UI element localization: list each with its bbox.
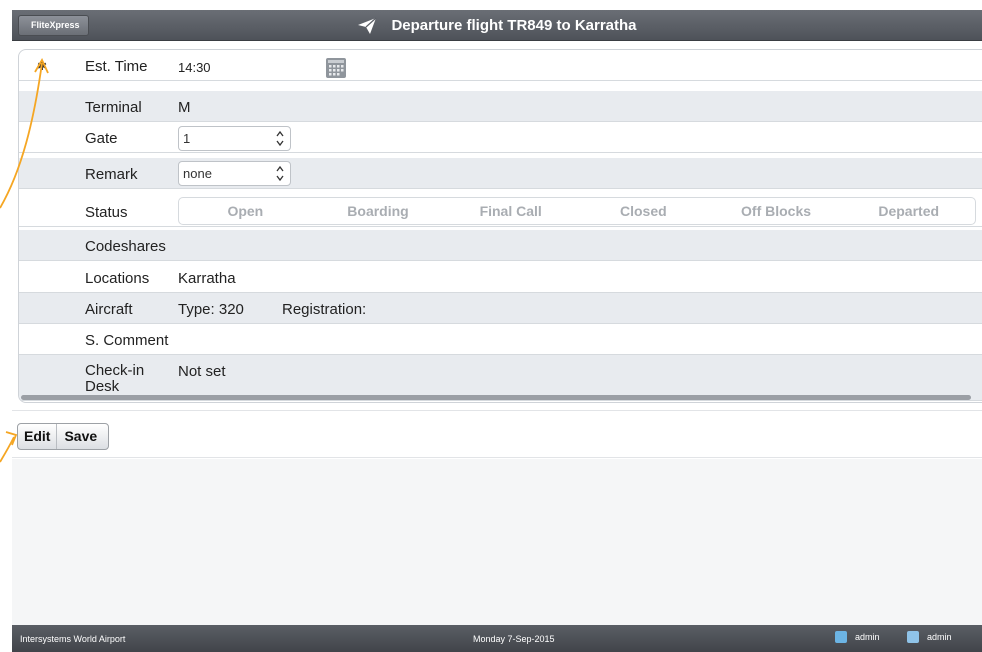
aircraft-registration: Registration: (282, 301, 367, 318)
status-open[interactable]: Open (179, 198, 312, 224)
header-title-wrap: Departure flight TR849 to Karratha (12, 10, 982, 41)
status-departed[interactable]: Departed (842, 198, 975, 224)
role-icon (907, 631, 919, 643)
row-status: Status Open Boarding Final Call Closed O… (19, 196, 982, 227)
gate-stepper[interactable]: 1 (178, 126, 291, 151)
status-boarding[interactable]: Boarding (312, 198, 445, 224)
remark-value: none (183, 166, 212, 181)
edit-save-group: Edit Save (17, 423, 110, 450)
est-time-value[interactable]: 14:30 (178, 60, 211, 75)
app-window: Departure flight TR849 to Karratha Flite… (0, 0, 982, 652)
user-2-name: admin (927, 632, 952, 642)
locations-value: Karratha (178, 270, 236, 287)
aircraft-type: Type: 320 (178, 301, 244, 318)
checkin-value: Not set (178, 363, 226, 380)
row-gate: Gate 1 (19, 122, 982, 153)
row-remark: Remark none (19, 158, 982, 189)
header-bar: Departure flight TR849 to Karratha Flite… (12, 10, 982, 41)
status-segmented-control: Open Boarding Final Call Closed Off Bloc… (178, 197, 976, 225)
gate-label: Gate (85, 130, 118, 147)
row-locations: Locations Karratha (19, 262, 982, 293)
status-off-blocks[interactable]: Off Blocks (710, 198, 843, 224)
est-time-label: Est. Time (85, 58, 148, 75)
left-gutter (0, 0, 12, 652)
horizontal-scrollbar[interactable] (21, 395, 971, 400)
pin-icon: ✱ (37, 59, 48, 73)
paper-plane-icon (358, 17, 377, 34)
save-button[interactable]: Save (56, 424, 108, 449)
status-closed[interactable]: Closed (577, 198, 710, 224)
action-toolbar: Edit Save (12, 410, 982, 458)
row-est-time: ✱ Est. Time 14:30 (19, 50, 982, 81)
codeshares-label: Codeshares (85, 238, 166, 255)
status-final-call[interactable]: Final Call (444, 198, 577, 224)
terminal-value: M (178, 99, 191, 116)
user-1-name: admin (855, 632, 880, 642)
user-icon (835, 631, 847, 643)
row-codeshares: Codeshares (19, 230, 982, 261)
back-button[interactable]: FliteXpress (18, 15, 89, 36)
locations-label: Locations (85, 270, 150, 287)
remark-label: Remark (85, 166, 138, 183)
stepper-arrows-icon[interactable] (276, 130, 284, 147)
remark-select[interactable]: none (178, 161, 291, 186)
footer-bar: Intersystems World Airport Monday 7-Sep-… (12, 625, 982, 652)
row-scomment: S. Comment (19, 324, 982, 355)
scomment-label: S. Comment (85, 332, 169, 349)
row-aircraft: Aircraft Type: 320 Registration: (19, 293, 982, 324)
gate-value: 1 (183, 131, 191, 146)
airport-name: Intersystems World Airport (20, 634, 126, 644)
flight-form: ✱ Est. Time 14:30 Terminal M Gate 1 Rema… (18, 49, 982, 403)
aircraft-label: Aircraft (85, 301, 133, 318)
current-date: Monday 7-Sep-2015 (473, 634, 555, 644)
row-terminal: Terminal M (19, 91, 982, 122)
select-arrows-icon[interactable] (276, 165, 284, 182)
page-title: Departure flight TR849 to Karratha (391, 17, 637, 34)
checkin-label: Check-in Desk (85, 363, 145, 393)
status-label: Status (85, 204, 128, 221)
user-badge-1[interactable]: admin (835, 631, 880, 643)
calendar-icon[interactable] (325, 57, 347, 79)
edit-button[interactable]: Edit (18, 424, 56, 449)
user-badge-2[interactable]: admin (907, 631, 952, 643)
terminal-label: Terminal (85, 99, 142, 116)
empty-content-area (12, 459, 982, 625)
